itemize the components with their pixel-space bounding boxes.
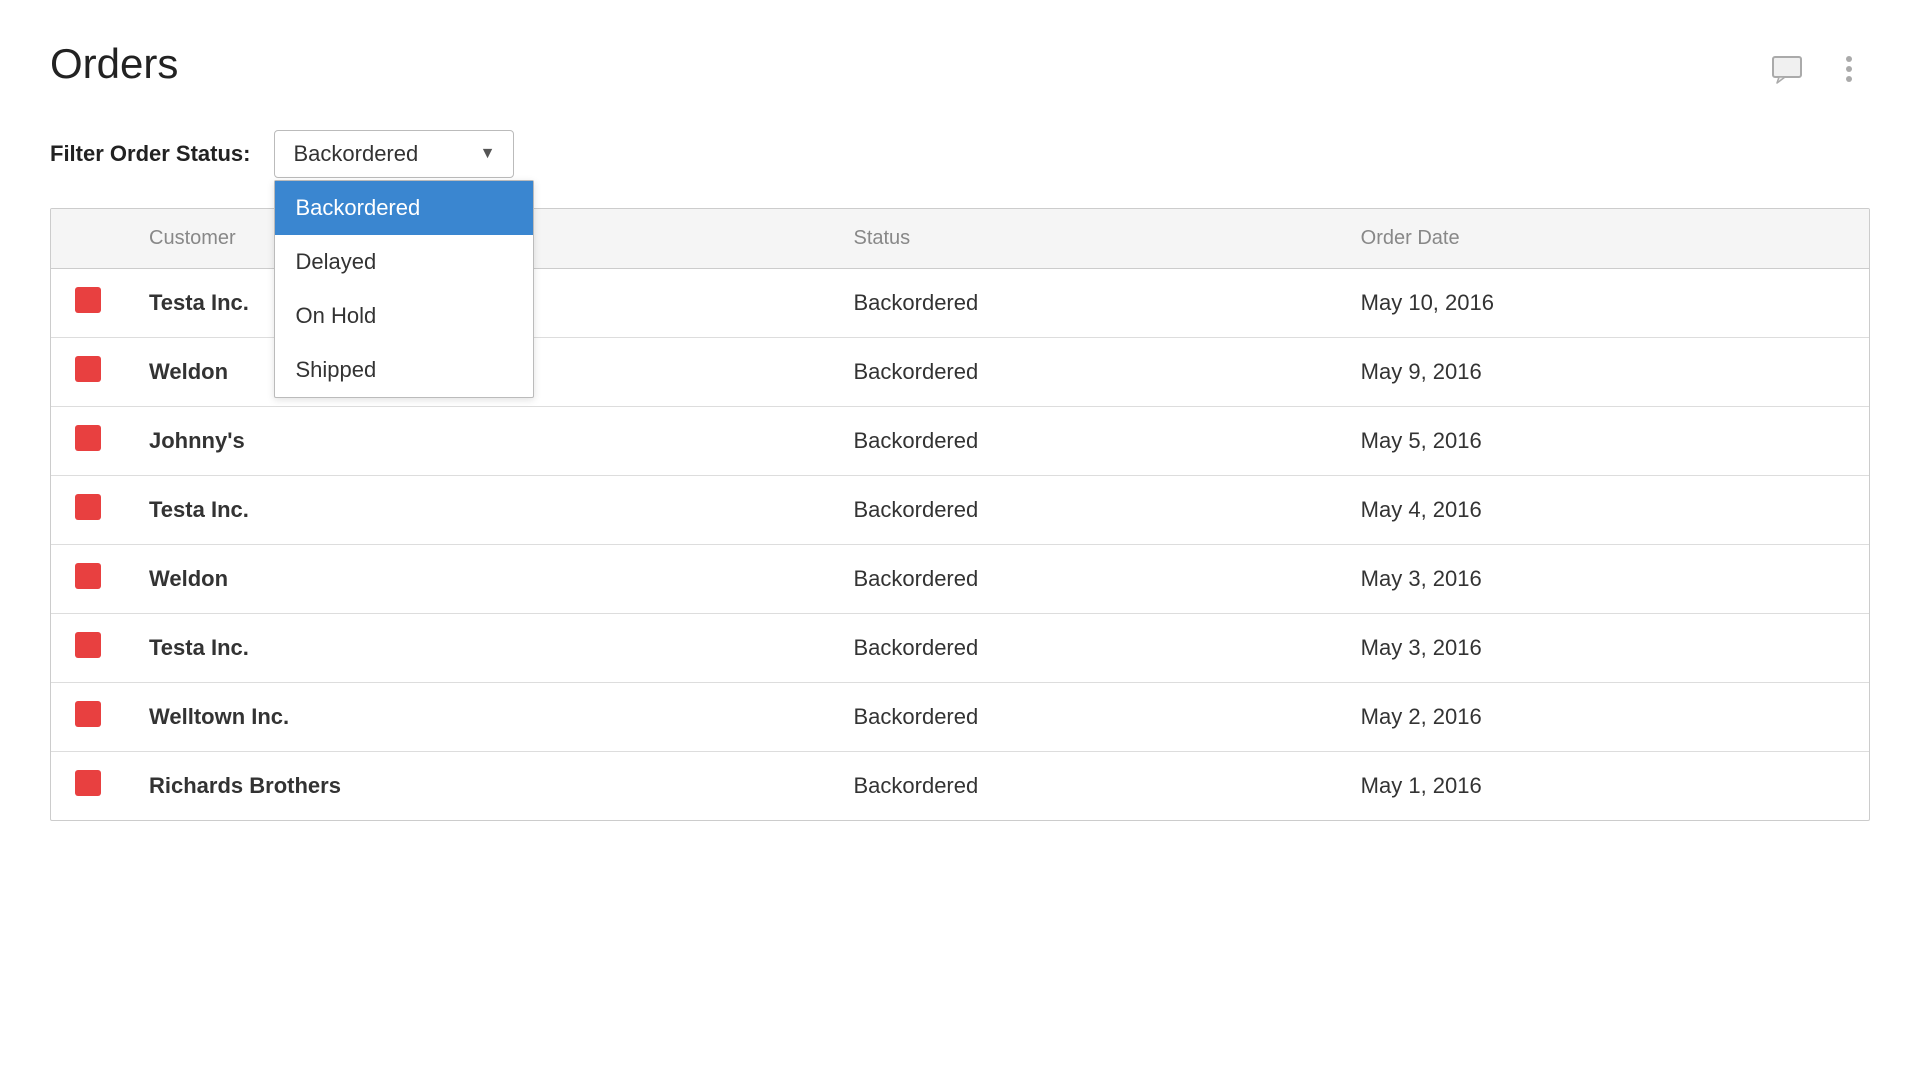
col-status: Status: [829, 209, 1336, 269]
row-order-date: May 9, 2016: [1337, 338, 1869, 407]
filter-dropdown-selected[interactable]: Backordered ▼: [274, 130, 514, 178]
row-customer: Johnny's: [125, 407, 829, 476]
row-order-date: May 5, 2016: [1337, 407, 1869, 476]
page-header: Orders: [50, 40, 1870, 90]
row-order-date: May 1, 2016: [1337, 752, 1869, 821]
table-row: Johnny's Backordered May 5, 2016: [51, 407, 1869, 476]
red-square-icon: [75, 287, 101, 313]
row-status: Backordered: [829, 614, 1336, 683]
table-row: Testa Inc. Backordered May 3, 2016: [51, 614, 1869, 683]
row-status: Backordered: [829, 752, 1336, 821]
table-row: Welltown Inc. Backordered May 2, 2016: [51, 683, 1869, 752]
row-customer: Weldon: [125, 545, 829, 614]
filter-dropdown-menu: Backordered Delayed On Hold Shipped: [274, 180, 534, 398]
row-status-icon: [51, 338, 125, 407]
row-status-icon: [51, 752, 125, 821]
row-status: Backordered: [829, 407, 1336, 476]
row-status: Backordered: [829, 683, 1336, 752]
filter-dropdown-wrapper: Backordered ▼ Backordered Delayed On Hol…: [274, 130, 514, 178]
row-status-icon: [51, 407, 125, 476]
row-order-date: May 3, 2016: [1337, 614, 1869, 683]
red-square-icon: [75, 356, 101, 382]
row-customer: Testa Inc.: [125, 614, 829, 683]
red-square-icon: [75, 563, 101, 589]
chevron-down-icon: ▼: [480, 145, 496, 163]
row-order-date: May 10, 2016: [1337, 269, 1869, 338]
dropdown-item-delayed[interactable]: Delayed: [275, 235, 533, 289]
filter-label: Filter Order Status:: [50, 141, 250, 167]
row-customer: Welltown Inc.: [125, 683, 829, 752]
dropdown-item-shipped[interactable]: Shipped: [275, 343, 533, 397]
row-status-icon: [51, 269, 125, 338]
header-icons: [1766, 48, 1870, 90]
row-status: Backordered: [829, 545, 1336, 614]
filter-selected-value: Backordered: [293, 141, 418, 167]
row-status-icon: [51, 476, 125, 545]
dropdown-item-onhold[interactable]: On Hold: [275, 289, 533, 343]
red-square-icon: [75, 632, 101, 658]
row-status-icon: [51, 683, 125, 752]
row-status: Backordered: [829, 476, 1336, 545]
row-status: Backordered: [829, 338, 1336, 407]
col-icon: [51, 209, 125, 269]
row-order-date: May 4, 2016: [1337, 476, 1869, 545]
red-square-icon: [75, 770, 101, 796]
row-status-icon: [51, 614, 125, 683]
dropdown-item-backordered[interactable]: Backordered: [275, 181, 533, 235]
more-icon[interactable]: [1828, 48, 1870, 90]
page-title: Orders: [50, 40, 178, 88]
table-row: Weldon Backordered May 3, 2016: [51, 545, 1869, 614]
red-square-icon: [75, 494, 101, 520]
row-status: Backordered: [829, 269, 1336, 338]
row-customer: Testa Inc.: [125, 476, 829, 545]
filter-section: Filter Order Status: Backordered ▼ Backo…: [50, 130, 1870, 178]
row-status-icon: [51, 545, 125, 614]
row-order-date: May 3, 2016: [1337, 545, 1869, 614]
comment-icon[interactable]: [1766, 48, 1808, 90]
row-order-date: May 2, 2016: [1337, 683, 1869, 752]
col-order-date: Order Date: [1337, 209, 1869, 269]
red-square-icon: [75, 701, 101, 727]
red-square-icon: [75, 425, 101, 451]
row-customer: Richards Brothers: [125, 752, 829, 821]
table-row: Testa Inc. Backordered May 4, 2016: [51, 476, 1869, 545]
table-row: Richards Brothers Backordered May 1, 201…: [51, 752, 1869, 821]
